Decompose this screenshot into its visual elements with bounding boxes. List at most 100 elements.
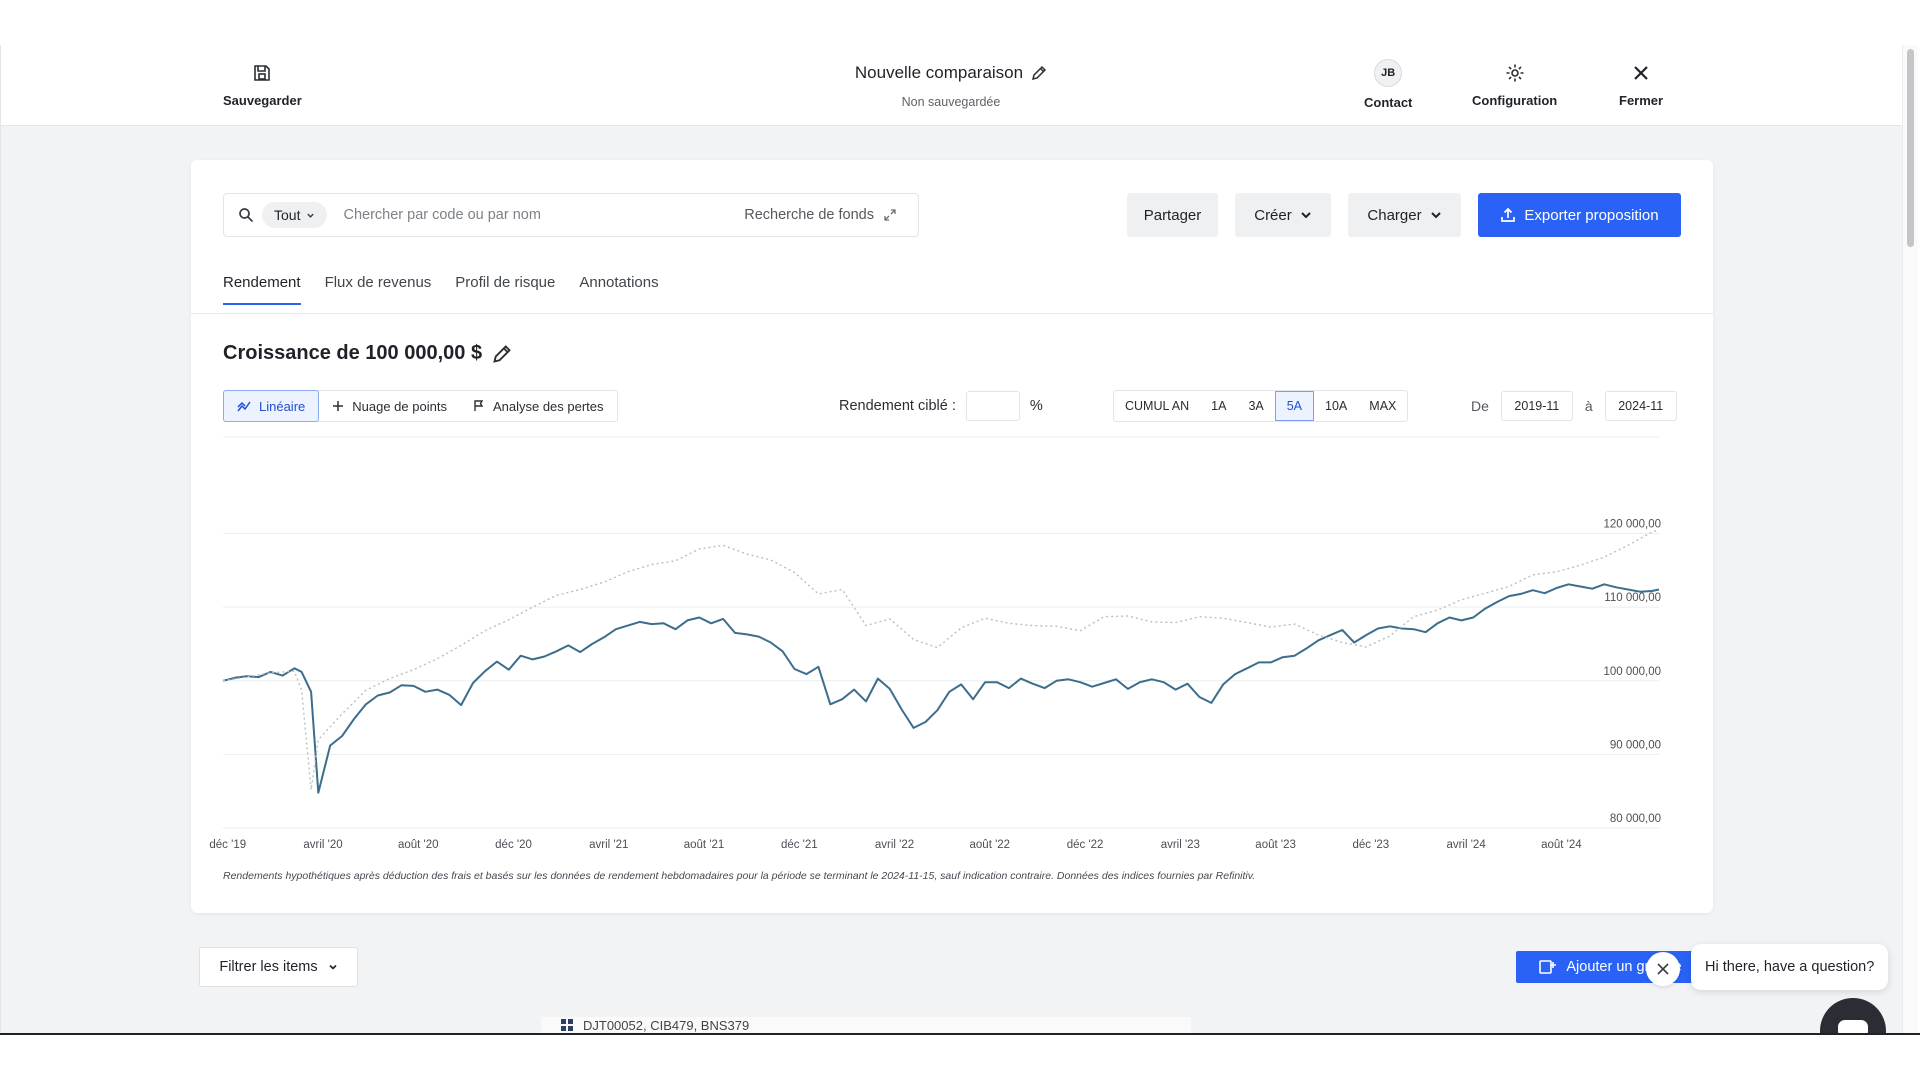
period-1a[interactable]: 1A [1200, 391, 1237, 421]
create-button[interactable]: Créer [1235, 193, 1331, 237]
tab-profil-de-risque[interactable]: Profil de risque [455, 274, 555, 305]
grid-icon [561, 1019, 573, 1031]
search-bar[interactable]: Tout Chercher par code ou par nom Recher… [223, 193, 919, 237]
chart-type-group: Linéaire Nuage de points Analyse des perte… [223, 390, 618, 422]
scope-value: Tout [274, 207, 301, 223]
y-tick-label: 110 000,00 [1604, 592, 1661, 604]
portfolio-series-line [222, 583, 1660, 794]
export-proposal-button[interactable]: Exporter proposition [1478, 193, 1681, 237]
tab-rendement[interactable]: Rendement [223, 274, 301, 305]
filter-items-dropdown[interactable]: Filtrer les items [199, 947, 358, 987]
y-tick-label: 100 000,00 [1603, 666, 1661, 678]
growth-title: Croissance de 100 000,00 $ [223, 342, 512, 365]
chart-type-nuage-de-points[interactable]: Nuage de points [319, 391, 460, 421]
tab-annotations[interactable]: Annotations [579, 274, 658, 305]
x-tick-label: avril '24 [1446, 839, 1486, 851]
chat-launcher-button[interactable] [1820, 998, 1886, 1033]
target-label: Rendement ciblé : [839, 398, 956, 414]
create-label: Créer [1254, 206, 1292, 224]
chevron-down-icon [307, 213, 315, 218]
add-group-icon [1539, 960, 1557, 974]
x-tick-label: août '23 [1255, 839, 1296, 851]
contact-button[interactable]: JB Contact [1364, 59, 1412, 110]
period-cumul-an[interactable]: CUMUL AN [1114, 391, 1200, 421]
chart-type-lin-aire[interactable]: Linéaire [223, 390, 320, 422]
list-item[interactable]: DJT00052, CIB479, BNS379 [541, 1017, 1191, 1033]
scrollbar-thumb[interactable] [1907, 49, 1914, 247]
upload-icon [1501, 207, 1516, 222]
comparison-card: Tout Chercher par code ou par nom Recher… [191, 160, 1713, 913]
chart-type-label: Nuage de points [352, 398, 447, 414]
period-10a[interactable]: 10A [1314, 391, 1358, 421]
search-icon [239, 208, 254, 223]
avatar: JB [1374, 59, 1403, 87]
chat-icon [1838, 1020, 1868, 1033]
period-selector: CUMUL AN 1A 3A 5A 10A MAX [1113, 390, 1409, 422]
y-tick-label: 90 000,00 [1610, 739, 1661, 751]
chart-type-analyse-des-pertes[interactable]: Analyse des pertes [460, 391, 617, 421]
target-unit: % [1029, 398, 1043, 414]
gear-icon [1506, 64, 1524, 82]
x-tick-label: avril '21 [589, 839, 628, 851]
period-5a[interactable]: 5A [1274, 391, 1315, 421]
period-3a[interactable]: 3A [1237, 391, 1274, 421]
fund-search-label: Recherche de fonds [744, 207, 874, 223]
chat-greeting[interactable]: Hi there, have a question? [1691, 944, 1889, 990]
to-label: à [1584, 398, 1593, 414]
from-label: De [1471, 398, 1489, 414]
x-tick-label: déc '21 [781, 839, 818, 851]
page-scrollbar[interactable] [1902, 45, 1918, 1033]
pencil-icon[interactable] [1031, 65, 1047, 81]
scope-dropdown[interactable]: Tout [262, 202, 328, 228]
target-return: Rendement ciblé : % [839, 390, 1043, 422]
x-tick-label: août '22 [970, 839, 1011, 851]
x-tick-label: avril '20 [303, 839, 342, 851]
x-tick-label: août '20 [398, 839, 439, 851]
chat-dismiss-button[interactable] [1646, 952, 1680, 986]
tab-flux-de-revenus[interactable]: Flux de revenus [325, 274, 432, 305]
contact-label: Contact [1364, 95, 1413, 110]
window-bottom-border [0, 1033, 1920, 1035]
expand-icon [884, 209, 896, 221]
export-label: Exporter proposition [1524, 206, 1659, 224]
x-tick-label: déc '19 [209, 839, 246, 851]
search-input[interactable]: Chercher par code ou par nom [343, 207, 744, 223]
chart-type-label: Analyse des pertes [492, 398, 604, 414]
to-date-input[interactable]: 2024-11 [1604, 391, 1677, 421]
close-button[interactable]: Fermer [1619, 63, 1663, 108]
from-date-input[interactable]: 2019-11 [1500, 391, 1573, 421]
share-label: Partager [1143, 206, 1202, 224]
x-tick-label: déc '20 [495, 839, 532, 851]
load-button[interactable]: Charger [1348, 193, 1461, 237]
load-label: Charger [1367, 206, 1422, 224]
fund-search-link[interactable]: Recherche de fonds [744, 207, 896, 223]
growth-title-text: Croissance de 100 000,00 $ [223, 342, 483, 364]
target-return-input[interactable] [965, 391, 1020, 421]
chevron-down-icon [329, 964, 337, 970]
close-icon [1634, 66, 1648, 80]
tab-divider [191, 313, 1713, 314]
x-tick-label: avril '23 [1161, 839, 1200, 851]
plus-icon [332, 400, 344, 412]
close-label: Fermer [1619, 93, 1664, 108]
y-tick-label: 80 000,00 [1610, 813, 1661, 825]
save-status: Non sauvegardée [901, 95, 1001, 109]
configuration-button[interactable]: Configuration [1472, 63, 1557, 108]
close-icon [1657, 963, 1669, 975]
configuration-label: Configuration [1472, 93, 1558, 108]
pencil-icon[interactable] [492, 344, 512, 364]
x-tick-label: avril '22 [875, 839, 914, 851]
share-button[interactable]: Partager [1127, 193, 1218, 237]
period-max[interactable]: MAX [1358, 391, 1407, 421]
list-item-label: DJT00052, CIB479, BNS379 [583, 1017, 750, 1033]
line-chart-icon [237, 399, 251, 413]
top-bar: Sauvegarder Nouvelle comparaison Non sau… [1, 45, 1902, 126]
page-title: Nouvelle comparaison [854, 63, 1024, 82]
benchmark-series-line [222, 529, 1660, 791]
y-tick-label: 120 000,00 [1603, 519, 1661, 531]
growth-chart: 80 000,00 90 000,00 100 000,00 110 000,00 12… [209, 436, 1661, 851]
chevron-down-icon [1301, 212, 1311, 219]
x-tick-label: déc '22 [1067, 839, 1104, 851]
x-tick-label: août '24 [1541, 839, 1582, 851]
flag-icon [473, 400, 485, 412]
